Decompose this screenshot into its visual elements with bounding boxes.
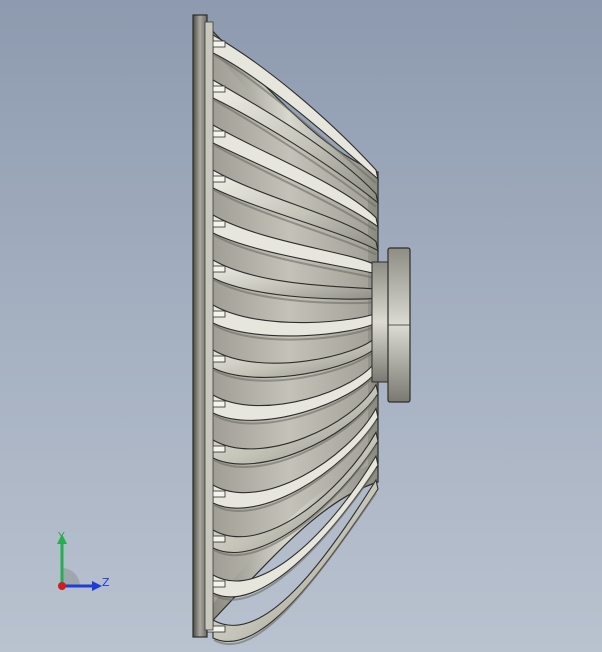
axis-triad [57,534,102,591]
axis-z-label: Z [102,576,110,589]
backplate-rim [204,21,214,631]
x-axis-origin-icon [58,582,66,590]
graphics-viewport[interactable]: Y Z [0,0,602,652]
z-axis-arrow-icon [92,581,102,591]
axis-y-label: Y [58,530,65,543]
